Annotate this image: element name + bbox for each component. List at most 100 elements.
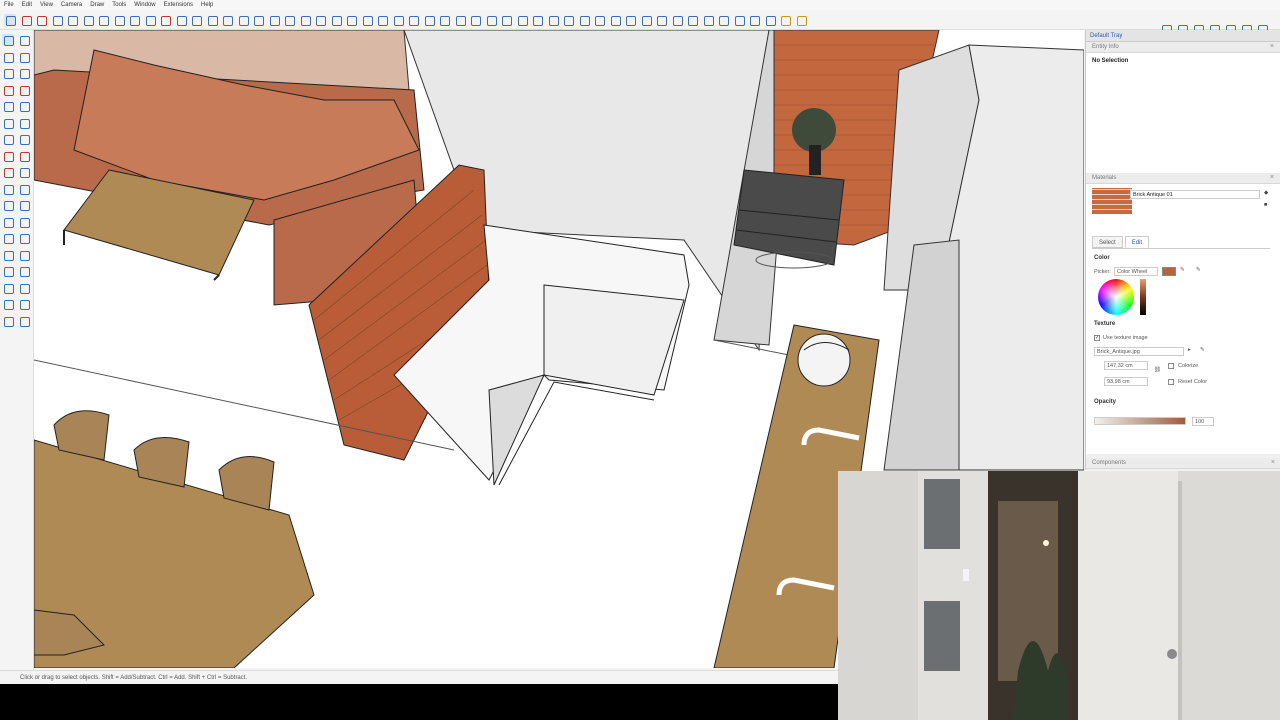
brightness-slider[interactable] xyxy=(1140,279,1146,315)
paint-bucket-icon[interactable] xyxy=(345,14,357,26)
display-section-icon[interactable] xyxy=(18,315,30,327)
right-view-icon[interactable] xyxy=(516,14,528,26)
move-icon[interactable] xyxy=(2,150,14,162)
select-icon[interactable] xyxy=(2,34,14,46)
orbit-left-icon[interactable] xyxy=(2,249,14,261)
followme-icon[interactable] xyxy=(18,166,30,178)
monochrome-icon[interactable] xyxy=(655,14,667,26)
hidden-line-icon[interactable] xyxy=(609,14,621,26)
section-left-icon[interactable] xyxy=(2,315,14,327)
front-view-icon[interactable] xyxy=(500,14,512,26)
zoom-icon[interactable] xyxy=(392,14,404,26)
dimension-left-icon[interactable] xyxy=(18,199,30,211)
rectangle-icon[interactable] xyxy=(2,100,14,112)
camera-icon[interactable] xyxy=(764,14,776,26)
offset-tool-icon[interactable] xyxy=(221,14,233,26)
rotate-tool-icon[interactable] xyxy=(190,14,202,26)
zoom-extents-icon[interactable] xyxy=(407,14,419,26)
wireframe-icon[interactable] xyxy=(593,14,605,26)
use-texture-checkbox[interactable]: ✓ xyxy=(1094,335,1100,341)
solid-tools-icon[interactable] xyxy=(702,14,714,26)
warehouse-icon[interactable] xyxy=(671,14,683,26)
lock-aspect-icon[interactable]: ⛓ xyxy=(1154,367,1161,373)
axes-tool-icon[interactable] xyxy=(314,14,326,26)
freehand-icon[interactable] xyxy=(18,84,30,96)
arc2-icon[interactable] xyxy=(18,133,30,145)
follow-me-icon[interactable] xyxy=(237,14,249,26)
circle-tool-icon[interactable] xyxy=(97,14,109,26)
entity-info-header[interactable]: Entity Info × xyxy=(1086,42,1280,53)
eraser-icon[interactable] xyxy=(18,51,30,63)
eraser-tool-icon[interactable] xyxy=(51,14,63,26)
reset-color-checkbox[interactable] xyxy=(1168,379,1174,385)
shaded-textures-icon[interactable] xyxy=(640,14,652,26)
lasso-icon[interactable] xyxy=(18,34,30,46)
menu-tools[interactable]: Tools xyxy=(112,2,126,8)
tape-icon[interactable] xyxy=(2,199,14,211)
rectangle-tool-icon[interactable] xyxy=(66,14,78,26)
text-left-icon[interactable] xyxy=(18,216,30,228)
shaded-icon[interactable] xyxy=(624,14,636,26)
iso-view-icon[interactable] xyxy=(469,14,481,26)
protractor-icon[interactable] xyxy=(283,14,295,26)
pan-icon[interactable] xyxy=(376,14,388,26)
circle-icon[interactable] xyxy=(2,117,14,129)
material-name-field[interactable]: Brick Antique 01 xyxy=(1130,190,1260,199)
look-around-icon[interactable] xyxy=(438,14,450,26)
menu-edit[interactable]: Edit xyxy=(22,2,32,8)
style-icon[interactable] xyxy=(748,14,760,26)
sandbox-icon[interactable] xyxy=(717,14,729,26)
look-left-icon[interactable] xyxy=(18,298,30,310)
back-view-icon[interactable] xyxy=(531,14,543,26)
position-camera-icon[interactable] xyxy=(18,282,30,294)
opacity-slider[interactable] xyxy=(1094,417,1186,425)
arc-icon[interactable] xyxy=(2,133,14,145)
close-icon[interactable]: × xyxy=(1270,174,1274,181)
menu-window[interactable]: Window xyxy=(134,2,155,8)
freehand-tool-icon[interactable] xyxy=(35,14,47,26)
walk-icon[interactable] xyxy=(423,14,435,26)
opacity-field[interactable]: 100 xyxy=(1192,417,1214,426)
texture-width-field[interactable]: 147,32 cm xyxy=(1104,361,1148,370)
tab-select[interactable]: Select xyxy=(1092,236,1123,248)
menu-extensions[interactable]: Extensions xyxy=(164,2,193,8)
zoom-extents-left-icon[interactable] xyxy=(2,282,14,294)
push-pull-icon[interactable] xyxy=(159,14,171,26)
dimension-icon[interactable] xyxy=(268,14,280,26)
materials-header[interactable]: Materials × xyxy=(1086,173,1280,184)
close-icon[interactable]: × xyxy=(1271,459,1275,466)
rotate-icon[interactable] xyxy=(2,166,14,178)
line-tool-icon[interactable] xyxy=(20,14,32,26)
menu-file[interactable]: File xyxy=(4,2,14,8)
tape-measure-icon[interactable] xyxy=(252,14,264,26)
3d-text-icon[interactable] xyxy=(330,14,342,26)
walk-left-icon[interactable] xyxy=(2,298,14,310)
colorize-checkbox[interactable] xyxy=(1168,363,1174,369)
xray-icon[interactable] xyxy=(562,14,574,26)
extension-icon[interactable] xyxy=(686,14,698,26)
close-icon[interactable]: × xyxy=(1270,43,1274,50)
polygon-tool-icon[interactable] xyxy=(113,14,125,26)
protractor-left-icon[interactable] xyxy=(2,216,14,228)
picker-select[interactable]: Color Wheel xyxy=(1114,267,1158,276)
scale-icon[interactable] xyxy=(2,183,14,195)
edit-texture-icon[interactable]: ✎ xyxy=(1200,347,1205,353)
texture-file-field[interactable]: Brick_Antique.jpg xyxy=(1094,347,1184,356)
text-tool-icon[interactable] xyxy=(299,14,311,26)
section-plane-icon[interactable] xyxy=(454,14,466,26)
plugin-a-icon[interactable] xyxy=(779,14,791,26)
browse-folder-icon[interactable]: ▸ xyxy=(1188,347,1191,353)
menu-camera[interactable]: Camera xyxy=(61,2,82,8)
color-wheel[interactable] xyxy=(1098,279,1134,315)
component-icon[interactable] xyxy=(18,67,30,79)
back-edges-icon[interactable] xyxy=(578,14,590,26)
zoom-window-icon[interactable] xyxy=(18,265,30,277)
sample-paint-icon[interactable]: ■ xyxy=(1264,202,1267,208)
components-header[interactable]: Components × xyxy=(1086,458,1280,469)
line-icon[interactable] xyxy=(2,84,14,96)
eyedropper-icon[interactable]: ✎ xyxy=(1196,267,1201,273)
paint-icon[interactable] xyxy=(2,51,14,63)
layer-icon[interactable] xyxy=(733,14,745,26)
move-tool-icon[interactable] xyxy=(175,14,187,26)
pie-tool-icon[interactable] xyxy=(144,14,156,26)
